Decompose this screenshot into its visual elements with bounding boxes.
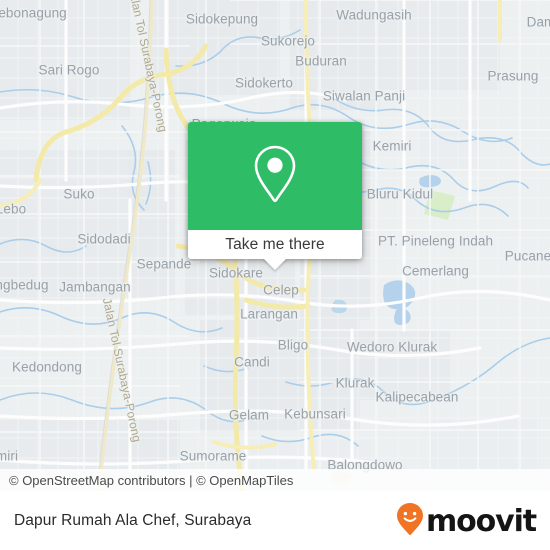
moovit-smiley-pin-icon	[395, 502, 425, 541]
place-name: Dapur Rumah Ala Chef, Surabaya	[14, 512, 252, 529]
map-attribution[interactable]: © OpenStreetMap contributors | © OpenMap…	[0, 469, 550, 491]
popup-tail-arrow	[263, 258, 287, 270]
map-vector-layer: .wr{stroke:#ffffff;fill:none;stroke-line…	[0, 0, 550, 550]
moovit-wordmark: moovit	[425, 503, 537, 539]
take-me-there-label: Take me there	[225, 235, 325, 253]
footer-bar: Dapur Rumah Ala Chef, Surabaya moovit	[0, 491, 550, 550]
popup-image-area	[188, 122, 362, 230]
map-pin-icon	[249, 142, 301, 211]
take-me-there-button[interactable]: Take me there	[188, 230, 362, 259]
map-canvas[interactable]: .wr{stroke:#ffffff;fill:none;stroke-line…	[0, 0, 550, 550]
map-screen: .wr{stroke:#ffffff;fill:none;stroke-line…	[0, 0, 550, 550]
moovit-logo[interactable]: moovit	[395, 502, 537, 541]
destination-popup-card[interactable]: Take me there	[188, 122, 362, 270]
attribution-text: © OpenStreetMap contributors | © OpenMap…	[9, 472, 294, 488]
